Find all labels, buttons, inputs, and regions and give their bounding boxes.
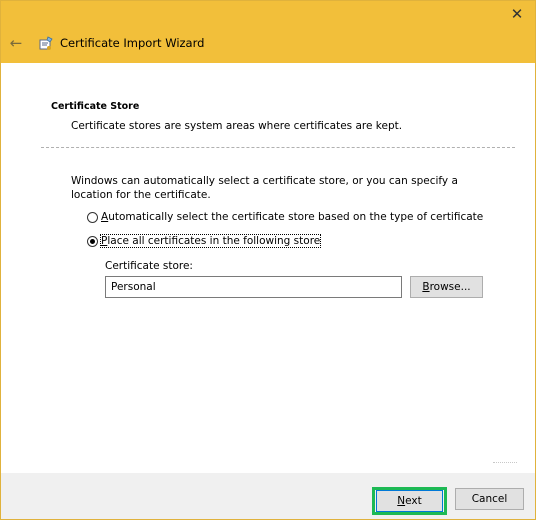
back-arrow-icon[interactable]: ← <box>7 34 25 52</box>
wizard-title: Certificate Import Wizard <box>60 36 205 50</box>
divider <box>41 147 515 148</box>
browse-mnemonic: B <box>422 281 430 293</box>
auto-select-label-text: utomatically select the certificate stor… <box>108 211 484 223</box>
manual-store-option[interactable]: Place all certificates in the following … <box>87 234 322 248</box>
section-title: Certificate Store <box>51 101 140 112</box>
browse-button[interactable]: Browse... <box>410 276 483 298</box>
certificate-store-label: Certificate store: <box>105 260 193 272</box>
title-bar: ✕ ← Certificate Import Wizard <box>1 1 535 63</box>
auto-select-option[interactable]: Automatically select the certificate sto… <box>87 211 483 223</box>
wizard-footer: Next Cancel <box>1 473 535 519</box>
certificate-wizard-icon <box>39 36 53 50</box>
next-mnemonic: N <box>397 495 406 507</box>
manual-store-label-text: lace all certificates in the following s… <box>107 235 321 247</box>
close-icon[interactable]: ✕ <box>507 4 527 24</box>
browse-label: rowse... <box>429 281 471 293</box>
manual-store-radio[interactable] <box>87 235 98 247</box>
wizard-content: Certificate Store Certificate stores are… <box>1 63 535 473</box>
certificate-store-field[interactable]: Personal <box>105 276 402 298</box>
next-label: ext <box>405 495 422 507</box>
certificate-import-wizard-window: ✕ ← Certificate Import Wizard Certificat… <box>0 0 536 520</box>
auto-select-radio[interactable] <box>87 211 98 223</box>
next-button[interactable]: Next <box>376 490 443 512</box>
cancel-button[interactable]: Cancel <box>455 488 524 510</box>
auto-select-label[interactable]: Automatically select the certificate sto… <box>101 211 483 223</box>
intro-text: Windows can automatically select a certi… <box>71 175 458 201</box>
size-grip <box>493 462 517 463</box>
section-description: Certificate stores are system areas wher… <box>71 120 403 132</box>
manual-store-label[interactable]: Place all certificates in the following … <box>99 234 322 248</box>
